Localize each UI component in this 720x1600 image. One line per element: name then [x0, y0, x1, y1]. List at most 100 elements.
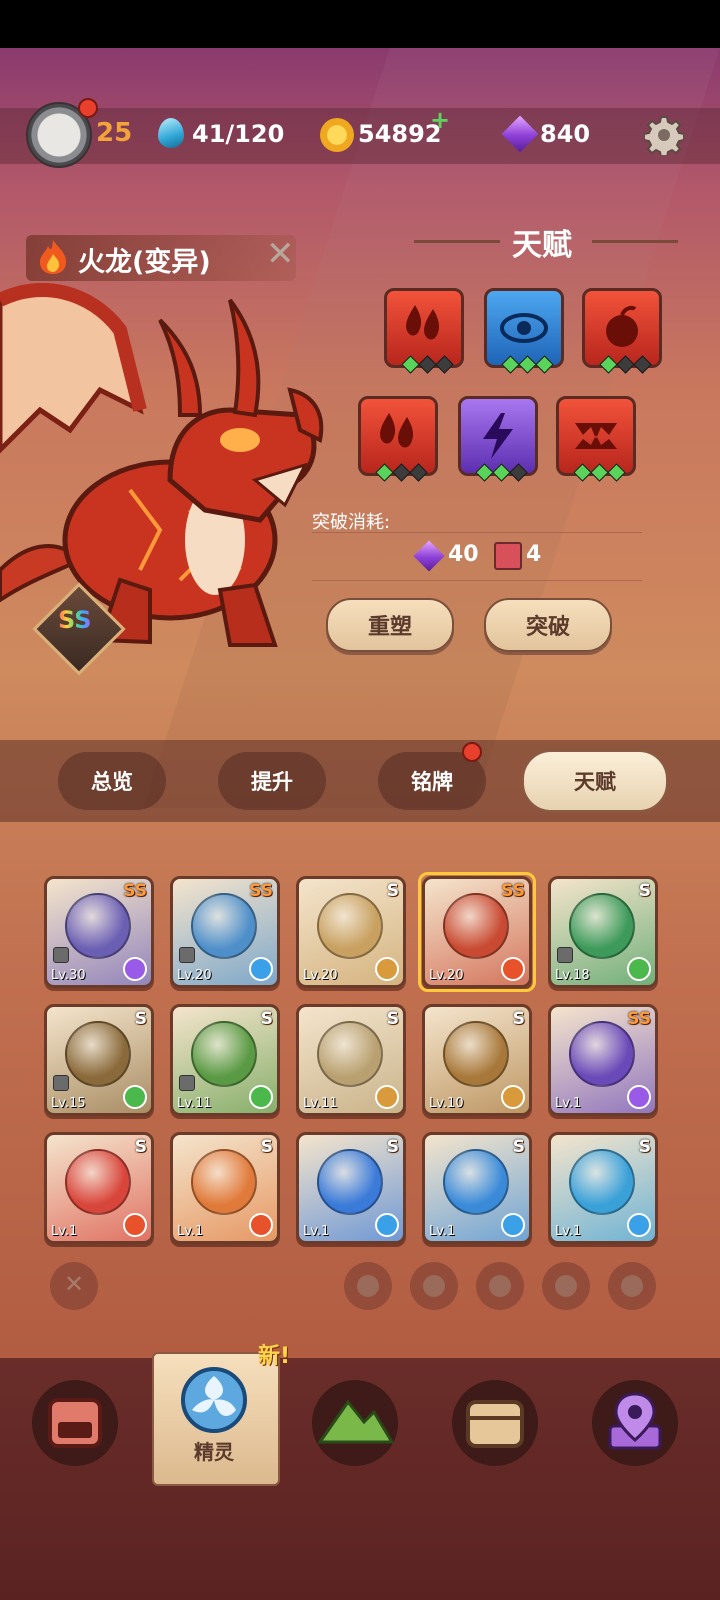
pet-rank: S: [638, 1137, 651, 1157]
pet-rank: S: [512, 1137, 525, 1157]
pet-rank: S: [134, 1009, 147, 1029]
grass-element-icon: [249, 1085, 273, 1109]
nav-adventure-button[interactable]: [312, 1380, 398, 1466]
pet-card[interactable]: S Lv.1: [170, 1132, 280, 1244]
pet-rank: S: [512, 1009, 525, 1029]
earth-filter-icon-glyph: [555, 1275, 577, 1297]
pet-card[interactable]: S Lv.11: [170, 1004, 280, 1116]
nav-pets-label: 精灵: [194, 1440, 234, 1464]
backpack-icon: [48, 1398, 102, 1448]
earth-element-icon: [501, 1085, 525, 1109]
gold-value: 54892: [358, 120, 442, 148]
cost-book-value: 4: [526, 542, 542, 567]
pet-level: Lv.20: [303, 968, 338, 983]
level-pip: [633, 355, 652, 374]
level-pip: [435, 355, 454, 374]
pet-level: Lv.1: [177, 1224, 204, 1239]
lock-icon: [179, 947, 195, 963]
pet-card[interactable]: S Lv.20: [296, 876, 406, 988]
breakthrough-button[interactable]: 突破: [484, 598, 612, 652]
level-pip: [509, 463, 528, 482]
pet-portrait: [317, 1021, 383, 1087]
level-pip: [599, 355, 618, 374]
cost-gem-value: 40: [448, 542, 479, 567]
energy-icon: [158, 118, 184, 148]
settings-gear-icon[interactable]: [644, 115, 684, 155]
gold-icon: [320, 118, 354, 152]
tab-overview[interactable]: 总览: [58, 752, 166, 810]
pet-card[interactable]: S Lv.1: [548, 1132, 658, 1244]
ice-element-icon: [375, 1213, 399, 1237]
talent-tile-3[interactable]: [582, 288, 662, 368]
pet-level: Lv.20: [177, 968, 212, 983]
pet-portrait: [317, 1149, 383, 1215]
pet-card[interactable]: S Lv.1: [44, 1132, 154, 1244]
lock-icon: [557, 947, 573, 963]
pet-level: Lv.1: [555, 1224, 582, 1239]
pet-rank: SS: [123, 881, 147, 901]
chest-icon: [466, 1400, 524, 1448]
talent-tile-6[interactable]: [556, 396, 636, 476]
pet-portrait: [191, 893, 257, 959]
cost-divider-top: [312, 532, 642, 533]
tab-talent[interactable]: 天赋: [522, 750, 668, 812]
fire-dragon-illustration: [0, 283, 324, 647]
pet-level: Lv.1: [51, 1224, 78, 1239]
talent-tile-level-pips: [573, 463, 626, 482]
map-pin-icon: [608, 1392, 662, 1450]
level-pip: [492, 463, 511, 482]
energy-value: 41/120: [192, 120, 285, 148]
pet-card[interactable]: S Lv.11: [296, 1004, 406, 1116]
pet-card[interactable]: S Lv.15: [44, 1004, 154, 1116]
fire-drops-icon: [406, 305, 440, 340]
add-gold-button[interactable]: +: [430, 106, 450, 134]
pet-rank: S: [260, 1009, 273, 1029]
talent-tile-level-pips: [475, 463, 528, 482]
gem-value: 840: [540, 120, 591, 148]
grass-filter-icon[interactable]: [476, 1262, 524, 1310]
level-pip: [607, 463, 626, 482]
pet-rank: S: [386, 1009, 399, 1029]
pet-portrait: [65, 1149, 131, 1215]
pet-card[interactable]: SS Lv.1: [548, 1004, 658, 1116]
pet-rank: S: [260, 1137, 273, 1157]
lightning-element-icon: [123, 957, 147, 981]
pet-portrait: [317, 893, 383, 959]
lightning-filter-icon[interactable]: [608, 1262, 656, 1310]
tab-upgrade[interactable]: 提升: [218, 752, 326, 810]
ice-element-icon: [501, 1213, 525, 1237]
talent-tile-level-pips: [375, 463, 428, 482]
lock-icon: [53, 947, 69, 963]
talent-tile-4[interactable]: [358, 396, 438, 476]
pet-card[interactable]: S Lv.1: [296, 1132, 406, 1244]
reshape-button[interactable]: 重塑: [326, 598, 454, 652]
ice-element-icon: [627, 1213, 651, 1237]
pet-portrait: [443, 1021, 509, 1087]
pet-portrait: [443, 1149, 509, 1215]
close-filter-icon[interactable]: ✕: [50, 1262, 98, 1310]
ice-filter-icon[interactable]: [410, 1262, 458, 1310]
talent-tile-5[interactable]: [458, 396, 538, 476]
fruit-icon: [606, 305, 638, 347]
pet-level: Lv.15: [51, 1096, 86, 1111]
pet-level: Lv.1: [303, 1224, 330, 1239]
talent-tile-2[interactable]: [484, 288, 564, 368]
fire-element-icon: [123, 1213, 147, 1237]
nav-backpack-button[interactable]: [32, 1380, 118, 1466]
fire-filter-icon[interactable]: [344, 1262, 392, 1310]
pet-level: Lv.10: [429, 1096, 464, 1111]
lock-icon: [53, 1075, 69, 1091]
earth-filter-icon[interactable]: [542, 1262, 590, 1310]
pet-card[interactable]: SS Lv.30: [44, 876, 154, 988]
pet-card[interactable]: SS Lv.20: [170, 876, 280, 988]
level-pip: [535, 355, 554, 374]
lock-icon: [179, 1075, 195, 1091]
pet-card[interactable]: S Lv.1: [422, 1132, 532, 1244]
pet-card[interactable]: S Lv.10: [422, 1004, 532, 1116]
talent-book-icon: [494, 542, 522, 570]
nav-chest-button[interactable]: [452, 1380, 538, 1466]
talent-tile-1[interactable]: [384, 288, 464, 368]
pet-level: Lv.18: [555, 968, 590, 983]
nav-map-button[interactable]: [592, 1380, 678, 1466]
pet-card[interactable]: S Lv.18: [548, 876, 658, 988]
